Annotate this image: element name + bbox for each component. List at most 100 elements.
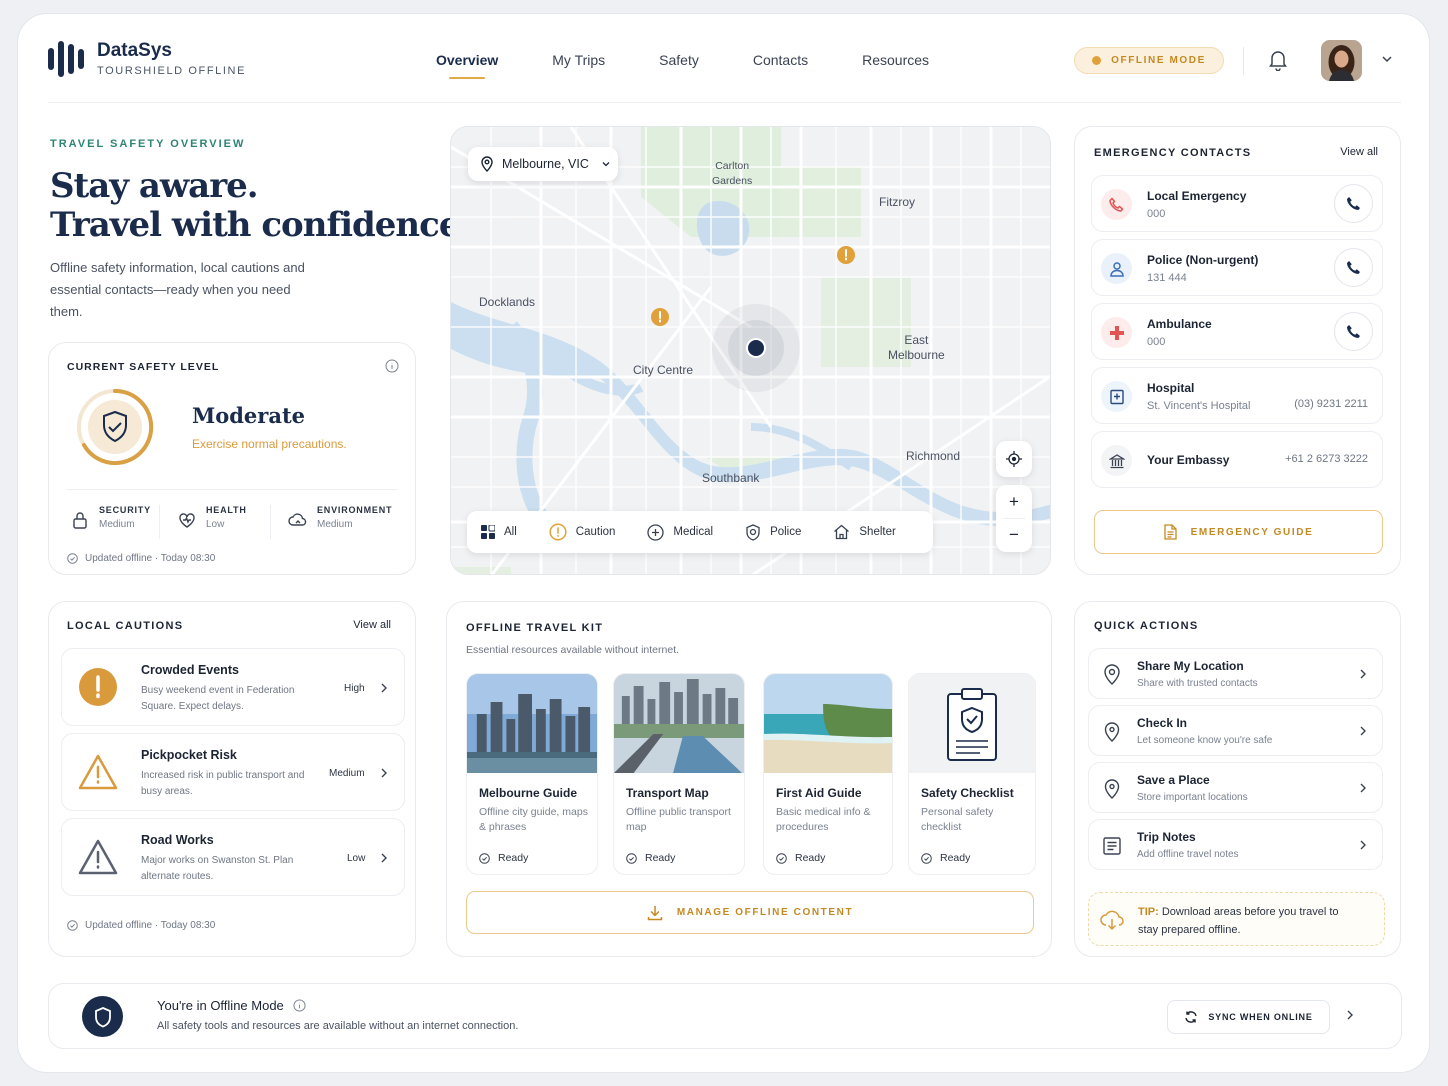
document-icon [1163, 524, 1177, 540]
contact-hospital[interactable]: Hospital St. Vincent's Hospital (03) 923… [1091, 367, 1383, 424]
kit-item-title: First Aid Guide [776, 786, 862, 800]
contact-phone[interactable]: (03) 9231 2211 [1294, 398, 1368, 410]
filter-label: Police [770, 526, 802, 538]
call-button[interactable] [1334, 312, 1373, 351]
chevron-down-icon[interactable] [1380, 52, 1394, 66]
caution-crowded-events[interactable]: Crowded Events Busy weekend event in Fed… [61, 648, 405, 726]
chevron-right-icon[interactable] [1346, 1009, 1354, 1021]
check-circle-icon [67, 553, 78, 564]
contact-local-emergency[interactable]: Local Emergency 000 [1091, 175, 1383, 232]
caution-marker-icon[interactable] [650, 307, 670, 327]
offline-mode-banner: You're in Offline Mode All safety tools … [48, 983, 1402, 1049]
location-selector[interactable]: Melbourne, VIC [468, 147, 618, 181]
caution-road-works[interactable]: Road Works Major works on Swanston St. P… [61, 818, 405, 896]
chevron-down-icon [602, 162, 610, 167]
phone-icon [1347, 325, 1360, 338]
kit-item-status: Ready [921, 852, 970, 864]
phone-icon [1347, 261, 1360, 274]
safety-level-value: Moderate [192, 403, 306, 428]
kit-title: OFFLINE TRAVEL KIT [466, 622, 604, 634]
medical-plus-icon [647, 523, 665, 541]
action-trip-notes[interactable]: Trip Notes Add offline travel notes [1088, 819, 1383, 870]
caution-desc: Major works on Swanston St. Plan alterna… [141, 855, 294, 882]
pin-icon [481, 156, 493, 172]
action-check-in[interactable]: Check In Let someone know you're safe [1088, 705, 1383, 756]
user-avatar[interactable] [1321, 40, 1362, 81]
contact-number: 131 444 [1147, 272, 1187, 284]
contact-embassy[interactable]: Your Embassy +61 2 6273 3222 [1091, 431, 1383, 488]
info-icon[interactable] [293, 999, 306, 1012]
metric-value: Medium [317, 519, 353, 530]
kit-item-transport-map[interactable]: Transport Map Offline public transport m… [613, 673, 745, 875]
caution-title: Road Works [141, 833, 214, 847]
metric-value: Medium [99, 519, 135, 530]
tip-text: TIP: Download areas before you travel to… [1138, 903, 1353, 939]
contact-police[interactable]: Police (Non-urgent) 131 444 [1091, 239, 1383, 296]
action-desc: Let someone know you're safe [1137, 735, 1273, 746]
chevron-right-icon [381, 768, 387, 778]
emergency-view-all-link[interactable]: View all [1340, 146, 1378, 158]
kit-item-melbourne-guide[interactable]: Melbourne Guide Offline city guide, maps… [466, 673, 598, 875]
nav-resources[interactable]: Resources [862, 52, 929, 68]
kit-status-label: Ready [498, 852, 529, 864]
kit-item-title: Melbourne Guide [479, 786, 578, 800]
check-circle-icon [479, 852, 490, 864]
check-circle-icon [921, 852, 932, 864]
call-button[interactable] [1334, 184, 1373, 223]
banner-title: You're in Offline Mode [157, 998, 284, 1013]
logo[interactable]: DataSys TOURSHIELD OFFLINE [48, 41, 246, 77]
caution-title: Crowded Events [141, 663, 239, 677]
action-title: Check In [1137, 716, 1188, 730]
caution-severity: Medium [329, 768, 365, 779]
divider [67, 489, 397, 490]
crosshair-icon [1006, 451, 1022, 467]
recenter-button[interactable] [996, 441, 1032, 477]
caution-marker-icon[interactable] [836, 245, 856, 265]
nav-overview[interactable]: Overview [436, 52, 498, 79]
contact-phone[interactable]: +61 2 6273 3222 [1285, 453, 1368, 465]
header-divider [1243, 47, 1244, 75]
metric-value: Low [206, 519, 225, 530]
app-window: DataSys TOURSHIELD OFFLINE Overview My T… [17, 13, 1430, 1073]
caution-pickpocket-risk[interactable]: Pickpocket Risk Increased risk in public… [61, 733, 405, 811]
sync-when-online-button[interactable]: SYNC WHEN ONLINE [1167, 1000, 1330, 1034]
kit-item-status: Ready [776, 852, 825, 864]
manage-offline-content-button[interactable]: MANAGE OFFLINE CONTENT [466, 891, 1034, 934]
action-share-location[interactable]: Share My Location Share with trusted con… [1088, 648, 1383, 699]
pin-icon [1104, 779, 1120, 799]
metric-label: HEALTH [206, 505, 247, 515]
current-location-icon[interactable] [711, 303, 801, 393]
divider [159, 505, 160, 539]
kit-item-safety-checklist[interactable]: Safety Checklist Personal safety checkli… [908, 673, 1036, 875]
info-icon[interactable] [385, 359, 399, 373]
action-desc: Add offline travel notes [1137, 849, 1239, 860]
filter-police[interactable]: Police [745, 523, 802, 541]
zoom-out-button[interactable]: − [996, 519, 1032, 552]
heart-icon [179, 513, 195, 528]
map-label-city-centre: City Centre [633, 363, 694, 377]
chevron-right-icon [1360, 669, 1366, 679]
nav-my-trips[interactable]: My Trips [552, 52, 605, 68]
filter-medical[interactable]: Medical [647, 523, 713, 541]
action-save-place[interactable]: Save a Place Store important locations [1088, 762, 1383, 813]
filter-shelter[interactable]: Shelter [833, 524, 896, 540]
nav-safety[interactable]: Safety [659, 52, 699, 68]
offline-mode-label: OFFLINE MODE [1111, 55, 1206, 66]
filter-all[interactable]: All [481, 525, 517, 539]
safety-updated: Updated offline · Today 08:30 [67, 553, 215, 564]
zoom-in-button[interactable]: + [996, 485, 1032, 518]
nav-contacts[interactable]: Contacts [753, 52, 808, 68]
kit-item-first-aid-guide[interactable]: First Aid Guide Basic medical info & pro… [763, 673, 893, 875]
emergency-guide-button[interactable]: EMERGENCY GUIDE [1094, 510, 1383, 554]
call-button[interactable] [1334, 248, 1373, 287]
contact-ambulance[interactable]: Ambulance 000 [1091, 303, 1383, 360]
bell-icon[interactable] [1268, 49, 1288, 71]
offline-mode-badge[interactable]: OFFLINE MODE [1074, 47, 1224, 74]
hero-title-line2: Travel with confidence. [50, 205, 471, 245]
safety-level-label: CURRENT SAFETY LEVEL [67, 361, 220, 373]
caution-desc: Busy weekend event in Federation Square.… [141, 685, 295, 712]
shield-icon [82, 996, 123, 1037]
map-panel[interactable]: Carlton Gardens Fitzroy Docklands East Mel… [450, 126, 1051, 575]
filter-caution[interactable]: Caution [549, 523, 615, 541]
cautions-view-all-link[interactable]: View all [353, 619, 391, 631]
